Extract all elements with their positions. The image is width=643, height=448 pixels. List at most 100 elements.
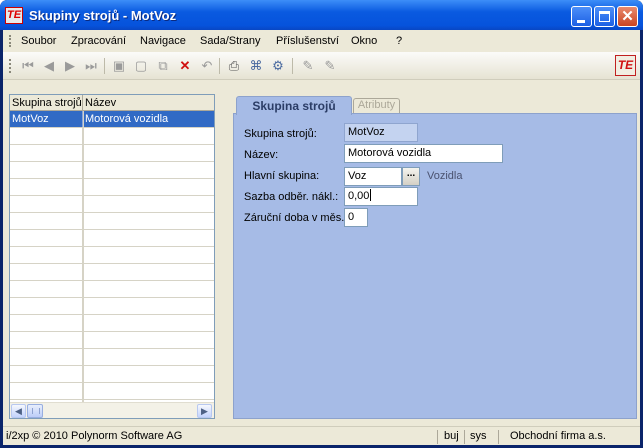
- menu-zpracovani[interactable]: Zpracování: [71, 35, 126, 47]
- save-icon[interactable]: ▣: [110, 57, 128, 75]
- cell-name[interactable]: [83, 196, 214, 212]
- cell-group[interactable]: [10, 128, 83, 144]
- cell-group[interactable]: [10, 264, 83, 280]
- minimize-button[interactable]: [571, 6, 592, 27]
- menu-help[interactable]: ?: [396, 35, 402, 47]
- cell-group[interactable]: [10, 179, 83, 195]
- table-row[interactable]: [10, 366, 214, 383]
- cell-name[interactable]: [83, 213, 214, 229]
- table-row[interactable]: [10, 162, 214, 179]
- table-row[interactable]: [10, 145, 214, 162]
- table-row[interactable]: [10, 383, 214, 400]
- rate-field[interactable]: 0,00: [344, 187, 418, 206]
- cell-group[interactable]: [10, 213, 83, 229]
- scroll-right-icon[interactable]: ▶: [197, 404, 212, 418]
- main-group-field[interactable]: Voz: [344, 167, 402, 186]
- cell-name[interactable]: [83, 264, 214, 280]
- table-row[interactable]: [10, 349, 214, 366]
- new-record-icon[interactable]: ▢: [132, 57, 150, 75]
- table-row[interactable]: MotVoz Motorová vozidla: [10, 111, 214, 128]
- print-icon[interactable]: ⎙: [225, 57, 243, 75]
- tab-skupina-stroju[interactable]: Skupina strojů: [236, 96, 352, 115]
- edit-pen-alt-icon[interactable]: ✎: [321, 57, 339, 75]
- cell-group[interactable]: [10, 196, 83, 212]
- menu-grip-handle[interactable]: [9, 35, 11, 47]
- previous-record-icon[interactable]: ◀: [40, 57, 58, 75]
- text-caret: [370, 189, 372, 201]
- scroll-left-icon[interactable]: ◀: [11, 404, 26, 418]
- cell-name[interactable]: [83, 383, 214, 399]
- cell-group[interactable]: [10, 366, 83, 382]
- group-label: Skupina strojů:: [244, 128, 317, 140]
- cell-name[interactable]: [83, 128, 214, 144]
- title-bar[interactable]: TE Skupiny strojů - MotVoz ✕: [0, 0, 643, 30]
- cell-group[interactable]: [10, 383, 83, 399]
- warranty-field[interactable]: 0: [344, 208, 368, 227]
- cell-name[interactable]: [83, 349, 214, 365]
- cell-name[interactable]: [83, 247, 214, 263]
- window-title: Skupiny strojů - MotVoz: [29, 8, 177, 23]
- copy-icon[interactable]: ⧉: [154, 57, 172, 75]
- horizontal-scrollbar[interactable]: ◀ ▶: [10, 402, 214, 418]
- table-row[interactable]: [10, 213, 214, 230]
- cell-group[interactable]: [10, 298, 83, 314]
- main-group-lookup-button[interactable]: ...: [402, 167, 420, 186]
- tree-icon[interactable]: ⌘: [247, 57, 265, 75]
- toolbar: ⏮ ◀ ▶ ⏭ ▣ ▢ ⧉ ✕ ↶ ⎙ ⌘ ⚙ ✎ ✎ TE: [3, 52, 640, 80]
- table-row[interactable]: [10, 179, 214, 196]
- undo-icon[interactable]: ↶: [198, 57, 216, 75]
- groups-grid[interactable]: Skupina strojů Název MotVoz Motorová vozi…: [9, 94, 215, 419]
- table-row[interactable]: [10, 264, 214, 281]
- cell-group[interactable]: [10, 281, 83, 297]
- first-record-icon[interactable]: ⏮: [19, 57, 37, 75]
- cell-name[interactable]: [83, 230, 214, 246]
- next-record-icon[interactable]: ▶: [61, 57, 79, 75]
- cell-group[interactable]: MotVoz: [10, 111, 83, 127]
- cell-group[interactable]: [10, 247, 83, 263]
- app-logo-icon[interactable]: TE: [5, 7, 23, 24]
- menu-prislusenstvi[interactable]: Příslušenství: [276, 35, 339, 47]
- delete-icon[interactable]: ✕: [176, 57, 194, 75]
- table-row[interactable]: [10, 230, 214, 247]
- last-record-icon[interactable]: ⏭: [82, 57, 100, 75]
- cell-name[interactable]: [83, 281, 214, 297]
- table-row[interactable]: [10, 247, 214, 264]
- edit-pen-icon[interactable]: ✎: [299, 57, 317, 75]
- menu-navigace[interactable]: Navigace: [140, 35, 186, 47]
- table-row[interactable]: [10, 196, 214, 213]
- cell-group[interactable]: [10, 230, 83, 246]
- cell-name[interactable]: [83, 179, 214, 195]
- cell-group[interactable]: [10, 145, 83, 161]
- table-row[interactable]: [10, 315, 214, 332]
- column-header-group[interactable]: Skupina strojů: [10, 95, 83, 111]
- cell-name[interactable]: [83, 145, 214, 161]
- menu-okno[interactable]: Okno: [351, 35, 377, 47]
- table-row[interactable]: [10, 332, 214, 349]
- rate-value: 0,00: [348, 190, 370, 202]
- menu-soubor[interactable]: Soubor: [21, 35, 56, 47]
- cell-name[interactable]: [83, 315, 214, 331]
- cell-name[interactable]: [83, 366, 214, 382]
- maximize-button[interactable]: [594, 6, 615, 27]
- close-button[interactable]: ✕: [617, 6, 638, 27]
- cell-group[interactable]: [10, 162, 83, 178]
- table-row[interactable]: [10, 281, 214, 298]
- table-row[interactable]: [10, 128, 214, 145]
- tab-atributy[interactable]: Atributy: [353, 98, 400, 113]
- cell-group[interactable]: [10, 315, 83, 331]
- settings-icon[interactable]: ⚙: [269, 57, 287, 75]
- table-row[interactable]: [10, 298, 214, 315]
- column-header-name[interactable]: Název: [83, 95, 214, 111]
- name-label: Název:: [244, 149, 279, 161]
- toolbar-grip-handle[interactable]: [9, 59, 11, 73]
- name-field[interactable]: Motorová vozidla: [344, 144, 503, 163]
- cell-name[interactable]: [83, 332, 214, 348]
- cell-name[interactable]: [83, 298, 214, 314]
- cell-group[interactable]: [10, 332, 83, 348]
- cell-name[interactable]: Motorová vozidla: [83, 111, 214, 127]
- brand-logo-button[interactable]: TE: [615, 55, 636, 76]
- menu-sada-strany[interactable]: Sada/Strany: [200, 35, 261, 47]
- cell-group[interactable]: [10, 349, 83, 365]
- cell-name[interactable]: [83, 162, 214, 178]
- scroll-thumb[interactable]: [27, 404, 43, 418]
